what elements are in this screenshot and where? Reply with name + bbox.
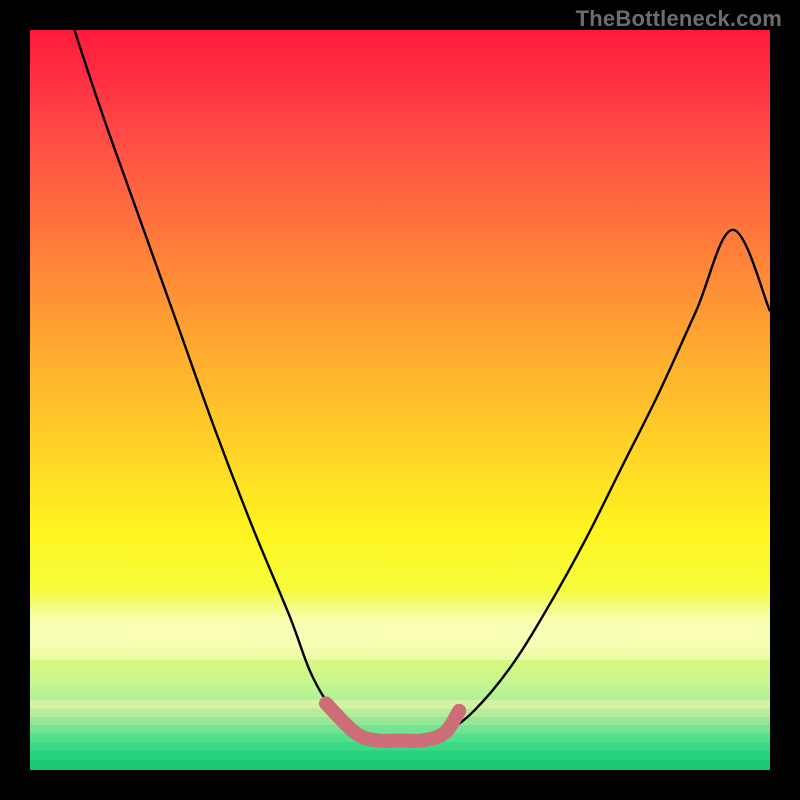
plot-area [30,30,770,770]
chart-frame: TheBottleneck.com [0,0,800,800]
bottleneck-curve-path [74,30,770,741]
curve-svg [30,30,770,770]
tolerance-band-path [326,703,459,741]
watermark-text: TheBottleneck.com [576,6,782,32]
